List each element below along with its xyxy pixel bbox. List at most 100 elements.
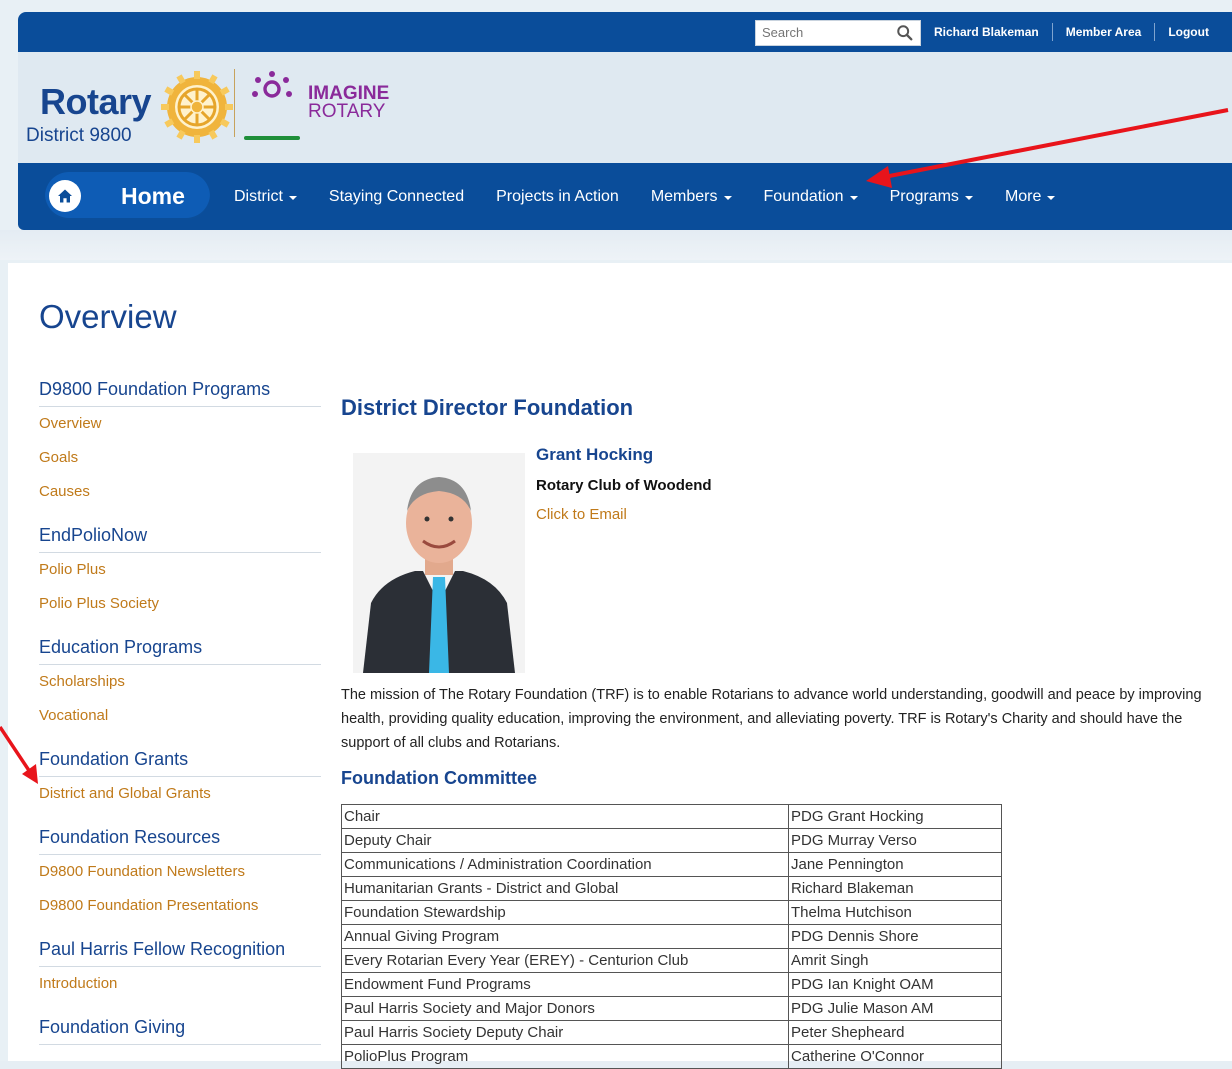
- page-title: Overview: [39, 298, 177, 335]
- table-row: Paul Harris Society and Major Donors PDG …: [341, 996, 1002, 1021]
- chevron-down-icon: [849, 195, 858, 200]
- sidebar-item-overview[interactable]: Overview: [39, 407, 321, 441]
- sidebar-heading-foundation-giving[interactable]: Foundation Giving: [39, 1001, 321, 1045]
- table-row: Deputy Chair PDG Murray Verso: [341, 828, 1002, 853]
- search-icon[interactable]: [896, 24, 914, 42]
- nav-staying-connected[interactable]: Staying Connected: [329, 188, 464, 206]
- nav-foundation[interactable]: Foundation: [764, 188, 858, 206]
- user-name-link[interactable]: Richard Blakeman: [933, 25, 1052, 39]
- director-photo: [353, 453, 525, 673]
- mission-paragraph: The mission of The Rotary Foundation (TR…: [341, 687, 1202, 751]
- nav-district-label: District: [234, 187, 283, 205]
- site-header: Rotary District 9800 IMAGINE ROTARY: [18, 52, 1232, 163]
- committee-role-cell: Every Rotarian Every Year (EREY) - Centu…: [341, 948, 789, 973]
- committee-member-cell: PDG Dennis Shore: [788, 924, 1002, 949]
- home-icon: [58, 189, 72, 203]
- nav-menu: District Staying Connected Projects in A…: [234, 163, 1087, 230]
- director-heading: District Director Foundation: [341, 395, 634, 420]
- table-row: Foundation Stewardship Thelma Hutchison: [341, 900, 1002, 925]
- chevron-down-icon: [964, 195, 973, 200]
- sidebar-item-polio-plus[interactable]: Polio Plus: [39, 553, 321, 587]
- committee-role-cell: Endowment Fund Programs: [341, 972, 789, 997]
- director-club: Rotary Club of Woodend: [536, 477, 712, 494]
- committee-member-cell: Richard Blakeman: [788, 876, 1002, 901]
- sidebar-item-vocational[interactable]: Vocational: [39, 699, 321, 733]
- email-link[interactable]: Click to Email: [536, 506, 712, 523]
- table-row: Communications / Administration Coordina…: [341, 852, 1002, 877]
- member-area-link[interactable]: Member Area: [1053, 25, 1155, 39]
- rotary-logo-text[interactable]: Rotary: [40, 81, 152, 123]
- nav-programs-label: Programs: [889, 187, 959, 205]
- committee-table: Chair PDG Grant Hocking Deputy Chair PDG Mu…: [341, 804, 1002, 1069]
- sidebar-heading-education-programs[interactable]: Education Programs: [39, 621, 321, 665]
- sidebar-item-causes[interactable]: Causes: [39, 475, 321, 509]
- table-row: Endowment Fund Programs PDG Ian Knight OA…: [341, 972, 1002, 997]
- logout-link[interactable]: Logout: [1155, 25, 1222, 39]
- sidebar-heading-endpolionow[interactable]: EndPolioNow: [39, 509, 321, 553]
- rotary-wheel-icon[interactable]: [157, 67, 237, 147]
- committee-member-cell: Peter Shepheard: [788, 1020, 1002, 1045]
- home-icon-circle: [49, 180, 81, 212]
- nav-foundation-label: Foundation: [763, 187, 844, 205]
- nav-more[interactable]: More: [1005, 188, 1056, 206]
- imagine-rotary-icon[interactable]: [244, 70, 300, 110]
- imagine-underline: [244, 136, 300, 140]
- chevron-down-icon: [1047, 195, 1056, 200]
- nav-projects-in-action[interactable]: Projects in Action: [496, 188, 619, 206]
- committee-role-cell: Paul Harris Society and Major Donors: [341, 996, 789, 1021]
- committee-member-cell: PDG Grant Hocking: [788, 804, 1002, 829]
- committee-role-cell: Communications / Administration Coordina…: [341, 852, 789, 877]
- committee-role-cell: Paul Harris Society Deputy Chair: [341, 1020, 789, 1045]
- committee-member-cell: Jane Pennington: [788, 852, 1002, 877]
- logo-divider: [234, 69, 235, 137]
- nav-staying-connected-label: Staying Connected: [328, 187, 465, 205]
- sidebar-heading-foundation-programs[interactable]: D9800 Foundation Programs: [39, 363, 321, 407]
- sidebar-item-newsletters[interactable]: D9800 Foundation Newsletters: [39, 855, 321, 889]
- table-row: Annual Giving Program PDG Dennis Shore: [341, 924, 1002, 949]
- main-navigation: Home District Staying Connected Projects…: [18, 163, 1232, 230]
- top-utility-bar: Richard Blakeman Member Area Logout: [18, 12, 1232, 52]
- table-row: PolioPlus Program Catherine O'Connor: [341, 1044, 1002, 1069]
- nav-members-label: Members: [650, 187, 718, 205]
- committee-role-cell: Chair: [341, 804, 789, 829]
- sidebar-heading-paul-harris[interactable]: Paul Harris Fellow Recognition: [39, 923, 321, 967]
- committee-member-cell: PDG Ian Knight OAM: [788, 972, 1002, 997]
- nav-members[interactable]: Members: [651, 188, 732, 206]
- sidebar-nav: D9800 Foundation Programs Overview Goals…: [39, 363, 321, 1045]
- nav-programs[interactable]: Programs: [890, 188, 973, 206]
- committee-role-cell: Annual Giving Program: [341, 924, 789, 949]
- committee-member-cell: PDG Murray Verso: [788, 828, 1002, 853]
- account-links: Richard Blakeman Member Area Logout: [933, 12, 1222, 52]
- director-details: Grant Hocking Rotary Club of Woodend Cli…: [536, 445, 712, 523]
- home-nav-button[interactable]: Home: [45, 172, 210, 220]
- imagine-rotary-text[interactable]: IMAGINE ROTARY: [308, 84, 389, 122]
- committee-role-cell: Foundation Stewardship: [341, 900, 789, 925]
- sidebar-item-polio-plus-society[interactable]: Polio Plus Society: [39, 587, 321, 621]
- content-area: Overview D9800 Foundation Programs Overv…: [8, 263, 1232, 1069]
- director-name: Grant Hocking: [536, 445, 654, 464]
- imagine-text-line2: ROTARY: [308, 101, 386, 122]
- nav-projects-label: Projects in Action: [496, 187, 619, 205]
- nav-district[interactable]: District: [234, 188, 297, 206]
- sidebar-item-goals[interactable]: Goals: [39, 441, 321, 475]
- table-row: Chair PDG Grant Hocking: [341, 804, 1002, 829]
- district-logo-text[interactable]: District 9800: [26, 125, 132, 147]
- sidebar-item-introduction[interactable]: Introduction: [39, 967, 321, 1001]
- sidebar-heading-foundation-resources[interactable]: Foundation Resources: [39, 811, 321, 855]
- sidebar-item-presentations[interactable]: D9800 Foundation Presentations: [39, 889, 321, 923]
- table-row: Humanitarian Grants - District and Globa…: [341, 876, 1002, 901]
- chevron-down-icon: [723, 195, 732, 200]
- sidebar-item-scholarships[interactable]: Scholarships: [39, 665, 321, 699]
- committee-member-cell: Catherine O'Connor: [788, 1044, 1002, 1069]
- table-row: Paul Harris Society Deputy Chair Peter Sh…: [341, 1020, 1002, 1045]
- search-input[interactable]: [756, 21, 892, 43]
- sidebar-item-district-global-grants[interactable]: District and Global Grants: [39, 777, 321, 811]
- sidebar-heading-foundation-grants[interactable]: Foundation Grants: [39, 733, 321, 777]
- committee-member-cell: Amrit Singh: [788, 948, 1002, 973]
- search-box[interactable]: [755, 20, 921, 46]
- main-content: District Director Foundation Grant Hocki…: [341, 395, 1231, 1069]
- committee-role-cell: PolioPlus Program: [341, 1044, 789, 1069]
- committee-member-cell: Thelma Hutchison: [788, 900, 1002, 925]
- chevron-down-icon: [288, 195, 297, 200]
- committee-role-cell: Deputy Chair: [341, 828, 789, 853]
